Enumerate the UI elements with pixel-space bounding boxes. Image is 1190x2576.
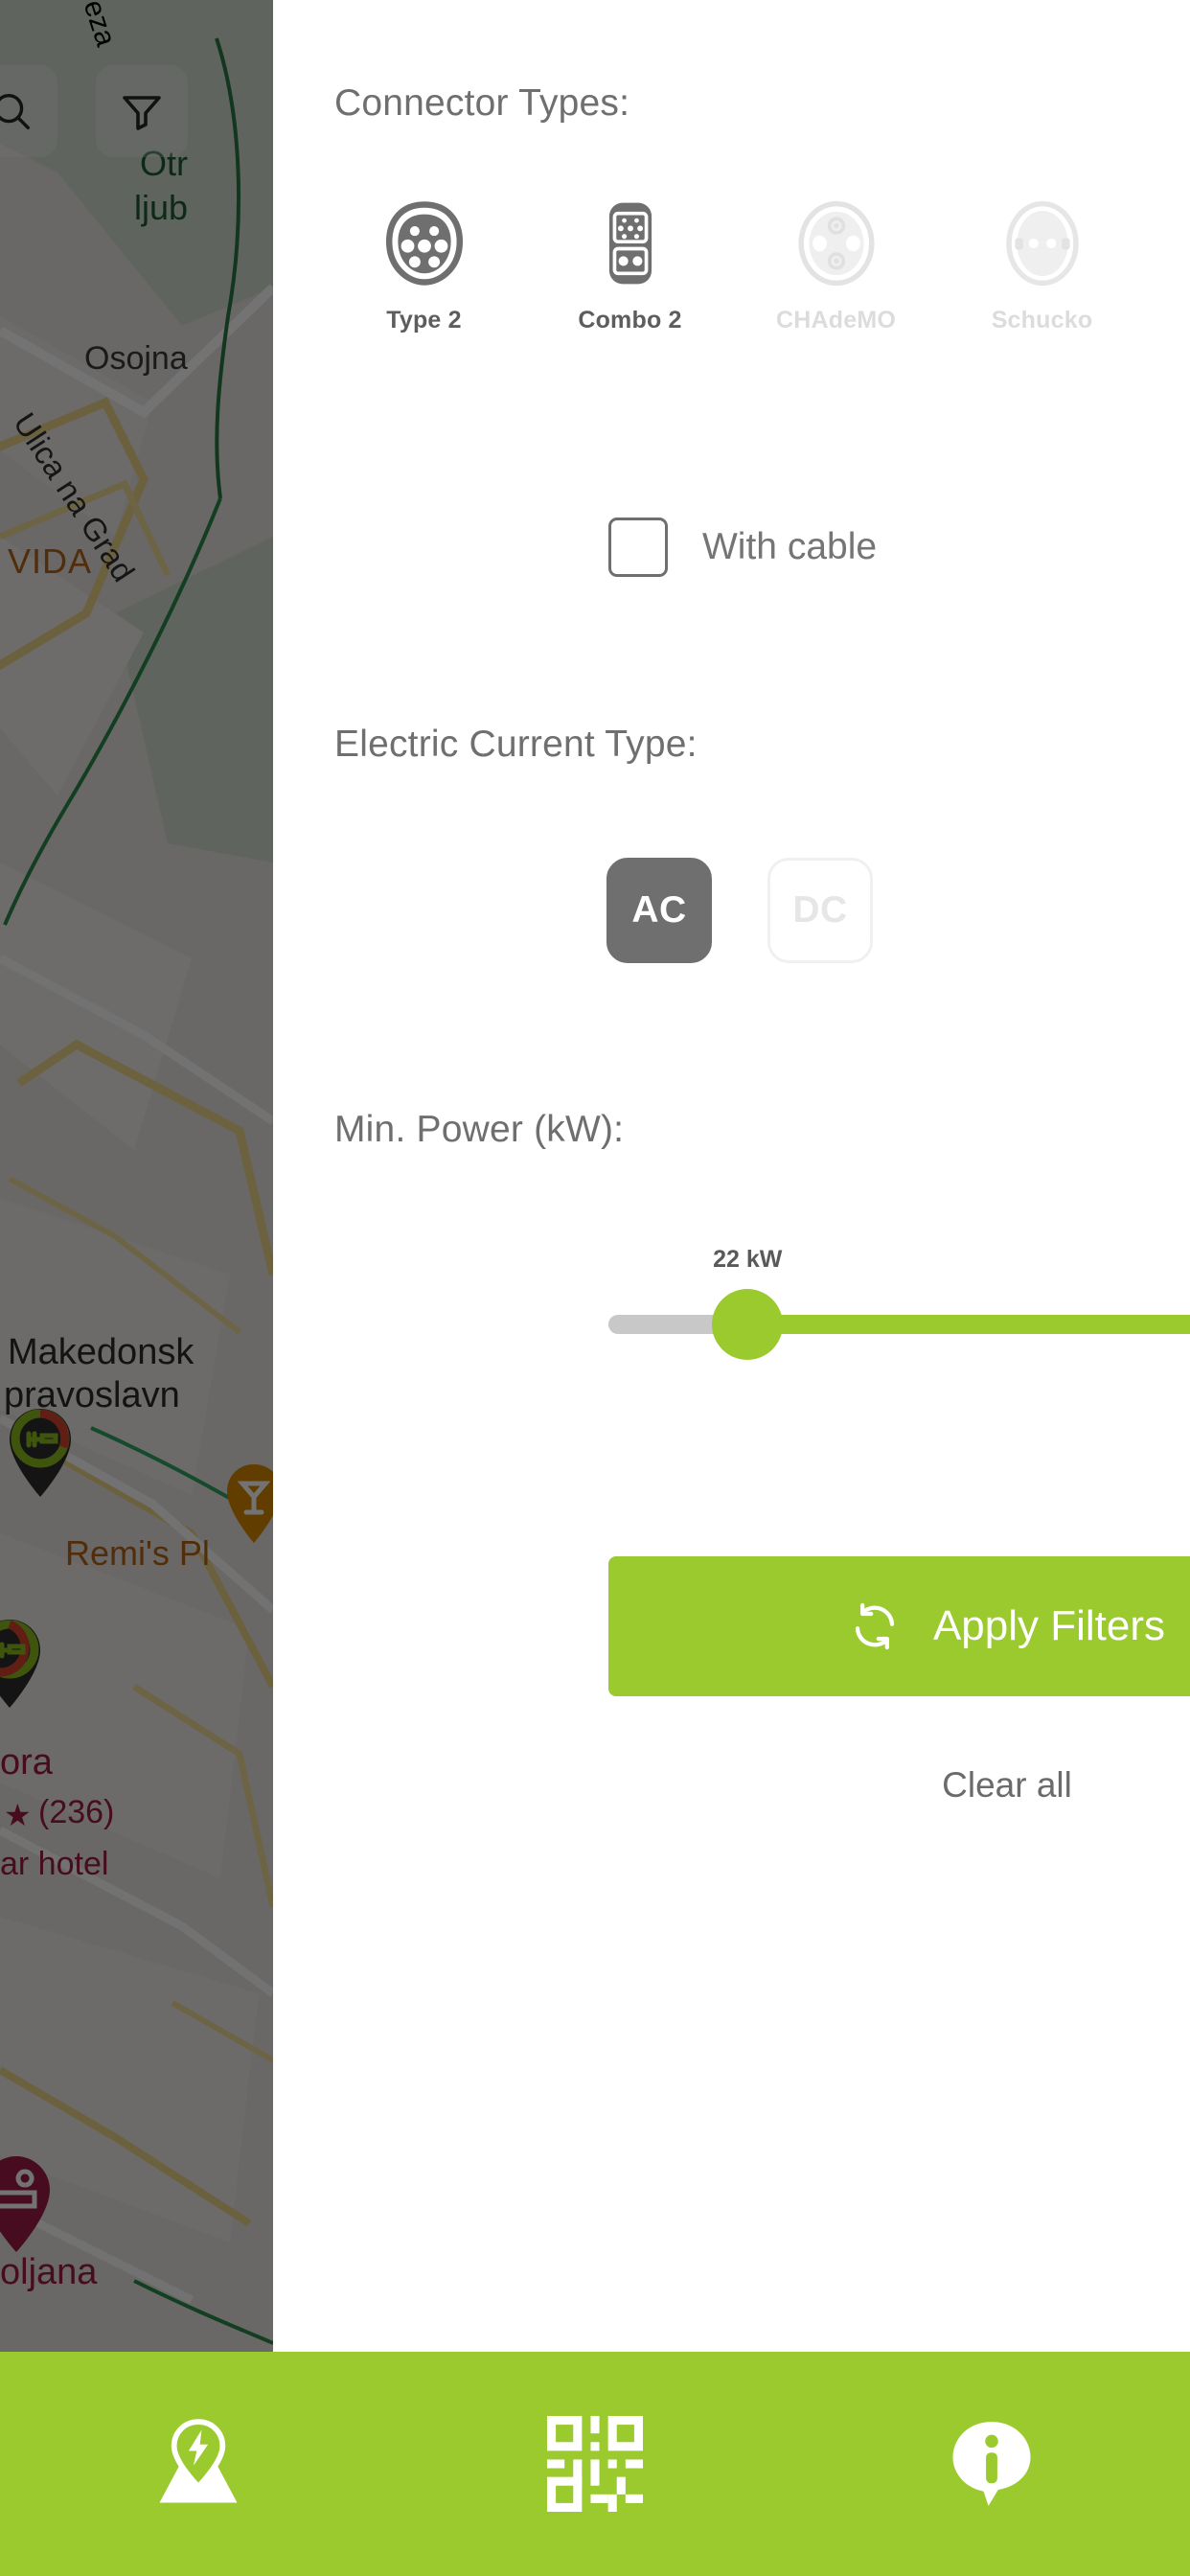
qr-code-icon: [547, 2416, 643, 2512]
type2-connector-icon: [385, 201, 463, 286]
combo2-connector-icon: [608, 202, 652, 285]
apply-filters-label: Apply Filters: [932, 1602, 1166, 1649]
current-type-title: Electric Current Type:: [334, 724, 698, 765]
app-root: eza Otr ljub Osojna Ulica na Grad VIDA M…: [0, 0, 1190, 2576]
current-option-dc[interactable]: DC: [767, 858, 873, 963]
min-power-title: Min. Power (kW):: [334, 1109, 625, 1150]
connector-option-chademo[interactable]: CHAdeMO: [733, 199, 939, 334]
filter-panel: Connector Types: Type 2 Combo 2 CHAdeMO …: [273, 0, 1190, 2352]
map-label-star: ★: [4, 1798, 32, 1832]
map-search-button[interactable]: [0, 65, 57, 157]
bottom-navigation: [0, 2352, 1190, 2576]
nav-map-tab[interactable]: [0, 2352, 397, 2576]
map-label: pravoslavn: [4, 1375, 180, 1415]
cocktail-pin: [227, 1464, 273, 1543]
with-cable-row[interactable]: With cable: [608, 518, 877, 577]
map-filter-button[interactable]: [96, 65, 188, 157]
with-cable-label: With cable: [702, 526, 878, 567]
current-option-ac[interactable]: AC: [606, 858, 712, 963]
connector-option-schucko[interactable]: Schucko: [939, 199, 1145, 334]
connector-types-row: Type 2 Combo 2 CHAdeMO Schucko: [321, 199, 1145, 334]
connector-option-label: CHAdeMO: [775, 307, 896, 334]
map-background[interactable]: eza Otr ljub Osojna Ulica na Grad VIDA M…: [0, 0, 273, 2352]
restaurant-pin-2: [0, 1620, 40, 1708]
clear-all-button[interactable]: Clear all: [608, 1765, 1190, 1806]
map-label: ljub: [134, 188, 189, 227]
connector-option-type-2[interactable]: Type 2: [321, 199, 527, 334]
chademo-connector-icon: [797, 200, 875, 287]
nav-info-tab[interactable]: [793, 2352, 1190, 2576]
map-label: (236): [38, 1794, 115, 1830]
nav-scan-tab[interactable]: [397, 2352, 793, 2576]
map-label: ar hotel: [0, 1846, 109, 1882]
min-power-value-label: 22 kW: [713, 1246, 783, 1273]
map-label: ora: [0, 1742, 53, 1782]
hotel-pin: [0, 2156, 50, 2252]
info-bubble-icon: [952, 2422, 1031, 2506]
slider-fill: [747, 1315, 1190, 1334]
map-label: oljana: [0, 2252, 98, 2292]
search-icon: [0, 93, 30, 129]
map-pin-charger-icon: [159, 2419, 238, 2503]
connector-types-title: Connector Types:: [334, 82, 630, 124]
connector-option-label: Type 2: [386, 307, 462, 334]
map-label: Osojna: [84, 340, 188, 377]
min-power-slider[interactable]: [608, 1289, 1190, 1360]
slider-thumb[interactable]: [712, 1289, 784, 1360]
current-type-row: AC DC: [606, 858, 873, 963]
with-cable-checkbox[interactable]: [608, 518, 668, 577]
map-label: Remi's Pl: [65, 1533, 210, 1573]
apply-filters-button[interactable]: Apply Filters: [608, 1556, 1190, 1696]
connector-option-combo-2[interactable]: Combo 2: [527, 199, 733, 334]
refresh-icon: [855, 1602, 895, 1650]
map-label: Makedonsk: [8, 1332, 195, 1372]
connector-option-label: Combo 2: [578, 307, 682, 334]
filter-icon: [123, 96, 161, 130]
restaurant-pin: [10, 1409, 71, 1497]
map-label: VIDA: [8, 541, 93, 581]
connector-option-label: Schucko: [991, 307, 1093, 334]
schucko-connector-icon: [1005, 200, 1079, 287]
